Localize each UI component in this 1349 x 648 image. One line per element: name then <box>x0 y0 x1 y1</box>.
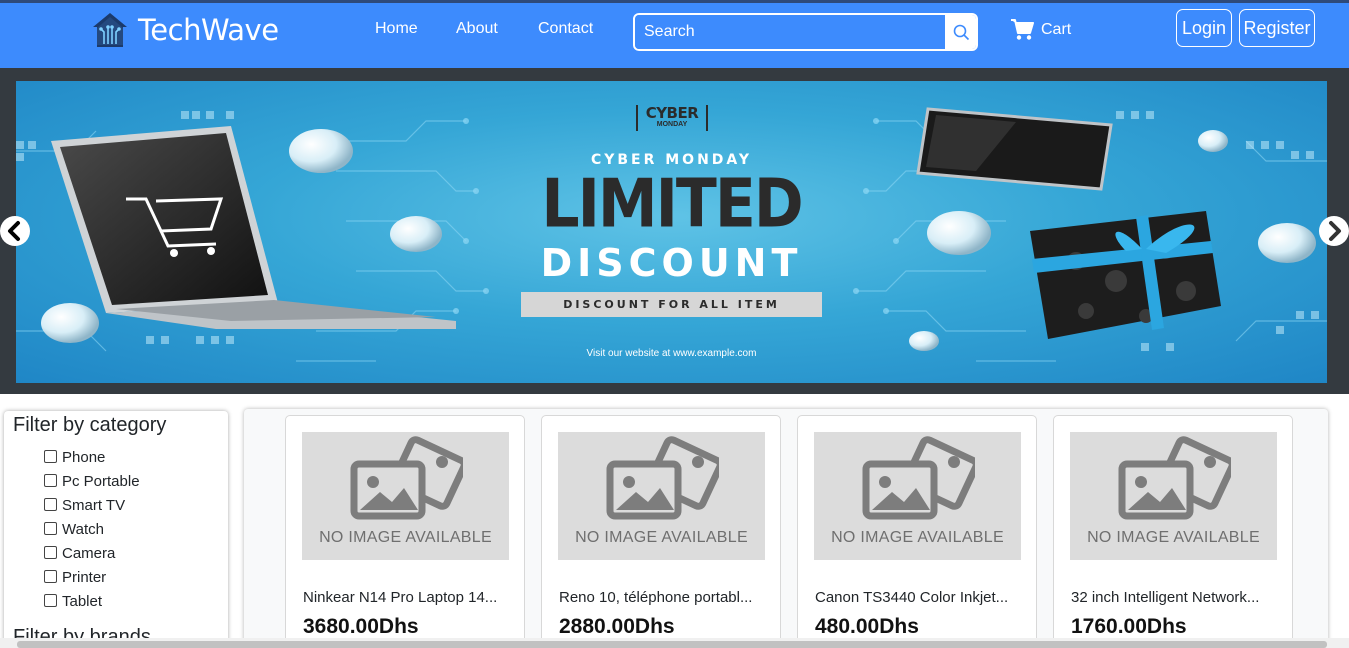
circuit-house-icon <box>93 13 127 47</box>
banner-badge-bottom: MONDAY <box>656 121 688 128</box>
category-item-phone[interactable]: Phone <box>44 445 140 469</box>
no-image-text: NO IMAGE AVAILABLE <box>1087 529 1260 546</box>
category-label: Camera <box>62 544 116 562</box>
category-label: Phone <box>62 448 106 466</box>
category-label: Tablet <box>62 592 103 610</box>
category-label: Pc Portable <box>62 472 140 490</box>
no-image-text: NO IMAGE AVAILABLE <box>575 529 748 546</box>
no-image-icon <box>1118 436 1231 520</box>
category-item-printer[interactable]: Printer <box>44 565 140 589</box>
product-card[interactable]: NO IMAGE AVAILABLE 32 inch Intelligent N… <box>1053 415 1293 648</box>
checkbox[interactable] <box>44 497 57 511</box>
product-grid: NO IMAGE AVAILABLE Ninkear N14 Pro Lapto… <box>244 409 1328 648</box>
login-button[interactable]: Login <box>1176 9 1232 47</box>
chevron-left-icon <box>1 217 29 245</box>
search-icon <box>953 24 970 40</box>
checkbox[interactable] <box>44 473 57 487</box>
nav-link-home[interactable]: Home <box>375 20 418 38</box>
nav-link-contact[interactable]: Contact <box>538 20 593 38</box>
banner-website: Visit our website at www.example.com <box>586 348 757 359</box>
carousel-next-button[interactable] <box>1319 216 1349 246</box>
product-image-placeholder: NO IMAGE AVAILABLE <box>302 432 509 560</box>
navbar: TechWave Home About Contact Cart Login R… <box>0 3 1349 68</box>
chevron-right-icon <box>1320 217 1348 245</box>
product-title[interactable]: Ninkear N14 Pro Laptop 14... <box>303 589 513 606</box>
nav-link-about[interactable]: About <box>456 20 498 38</box>
brand-link[interactable]: TechWave <box>90 9 279 51</box>
no-image-text: NO IMAGE AVAILABLE <box>831 529 1004 546</box>
brand-name: TechWave <box>138 13 279 47</box>
product-price: 1760.00Dhs <box>1071 615 1187 638</box>
cart-link[interactable]: Cart <box>1010 18 1071 41</box>
category-label: Printer <box>62 568 107 586</box>
banner-pill: DISCOUNT FOR ALL ITEM <box>521 292 822 317</box>
scrollbar-thumb[interactable] <box>17 641 1327 648</box>
banner-headline-2: DISCOUNT <box>540 241 803 285</box>
carousel-banner: CYBER MONDAY CYBER MONDAY LIMITED DISCOU… <box>16 81 1327 383</box>
category-item-watch[interactable]: Watch <box>44 517 140 541</box>
product-image-placeholder: NO IMAGE AVAILABLE <box>814 432 1021 560</box>
product-title[interactable]: 32 inch Intelligent Network... <box>1071 589 1281 606</box>
checkbox[interactable] <box>44 593 57 607</box>
product-title[interactable]: Reno 10, téléphone portabl... <box>559 589 769 606</box>
no-image-icon <box>862 436 975 520</box>
category-label: Watch <box>62 520 104 538</box>
banner-headline: LIMITED <box>541 164 803 244</box>
checkbox[interactable] <box>44 545 57 559</box>
search-input[interactable] <box>635 15 945 49</box>
no-image-icon <box>350 436 463 520</box>
category-item-camera[interactable]: Camera <box>44 541 140 565</box>
checkbox[interactable] <box>44 569 57 583</box>
no-image-icon <box>606 436 719 520</box>
no-image-text: NO IMAGE AVAILABLE <box>319 529 492 546</box>
cart-label: Cart <box>1041 20 1072 38</box>
category-list: Phone Pc Portable Smart TV Watch Camera … <box>44 445 140 613</box>
search-button[interactable] <box>945 15 976 49</box>
product-card[interactable]: NO IMAGE AVAILABLE Reno 10, téléphone po… <box>541 415 781 648</box>
product-image-placeholder: NO IMAGE AVAILABLE <box>558 432 765 560</box>
category-item-pc-portable[interactable]: Pc Portable <box>44 469 140 493</box>
product-card[interactable]: NO IMAGE AVAILABLE Canon TS3440 Color In… <box>797 415 1037 648</box>
carousel-prev-button[interactable] <box>0 216 30 246</box>
product-image-placeholder: NO IMAGE AVAILABLE <box>1070 432 1277 560</box>
search-box <box>633 13 978 51</box>
product-title[interactable]: Canon TS3440 Color Inkjet... <box>815 589 1025 606</box>
product-price: 2880.00Dhs <box>559 615 675 638</box>
checkbox[interactable] <box>44 521 57 535</box>
banner-badge-top: CYBER <box>645 104 699 122</box>
checkbox[interactable] <box>44 449 57 463</box>
product-price: 3680.00Dhs <box>303 615 419 638</box>
category-item-tablet[interactable]: Tablet <box>44 589 140 613</box>
filter-category-title: Filter by category <box>13 414 167 436</box>
category-label: Smart TV <box>62 496 126 514</box>
cart-icon <box>1011 19 1034 40</box>
filter-sidebar: Filter by category Phone Pc Portable Sma… <box>4 411 228 648</box>
product-price: 480.00Dhs <box>815 615 919 638</box>
register-button[interactable]: Register <box>1239 9 1315 47</box>
category-item-smart-tv[interactable]: Smart TV <box>44 493 140 517</box>
product-card[interactable]: NO IMAGE AVAILABLE Ninkear N14 Pro Lapto… <box>285 415 525 648</box>
banner-cyber-badge: CYBER MONDAY <box>636 105 708 131</box>
